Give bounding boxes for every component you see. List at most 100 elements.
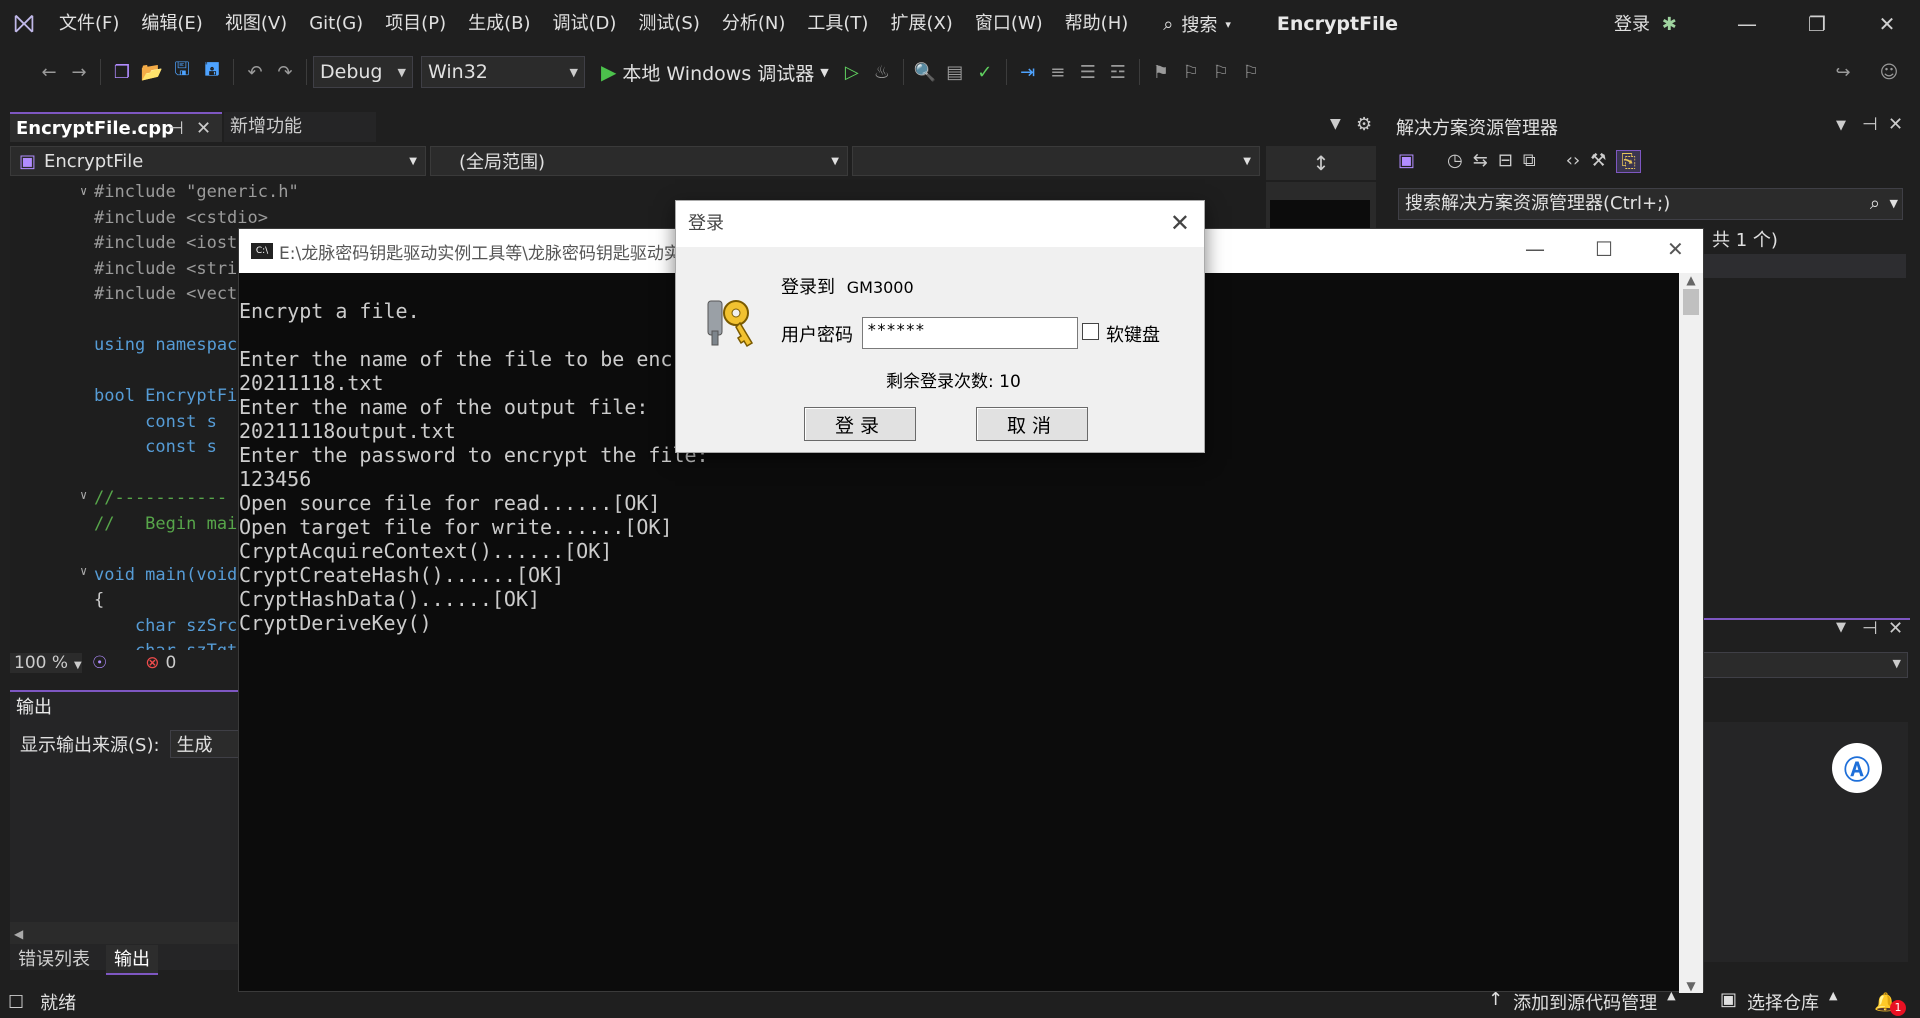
output-source-select[interactable]: 生成	[169, 730, 240, 758]
error-icon[interactable]: ⊗	[145, 653, 159, 673]
code-view-icon[interactable]: ‹›	[1566, 150, 1580, 173]
scope-select[interactable]: (全局范围) ▼	[430, 146, 848, 176]
menu-item[interactable]: 调试(D)	[542, 0, 628, 48]
solution-tree-root[interactable]: ，共 1 个)	[1694, 226, 1778, 252]
tab-overflow-icon[interactable]: ▼	[1330, 116, 1341, 132]
step-icon[interactable]: ⇥	[1013, 57, 1043, 87]
password-field[interactable]: ******	[862, 317, 1078, 349]
close-icon[interactable]: ✕	[1667, 237, 1684, 261]
feedback-icon[interactable]: ☺	[1874, 57, 1904, 87]
soft-keyboard-label[interactable]: 软键盘	[1106, 321, 1160, 347]
clear-bookmarks-icon[interactable]: ⚐	[1236, 57, 1266, 87]
menu-item[interactable]: 视图(V)	[214, 0, 298, 48]
scroll-up-icon[interactable]: ▲	[1679, 273, 1703, 287]
fold-icon[interactable]: ∨	[80, 488, 87, 502]
search-button[interactable]: ⌕ 搜索 ▾	[1153, 7, 1241, 41]
close-icon[interactable]: ✕	[1852, 0, 1920, 48]
fold-icon[interactable]: ∨	[80, 184, 87, 198]
redo-icon[interactable]: ↷	[270, 57, 300, 87]
menu-item[interactable]: 工具(T)	[796, 0, 879, 48]
gear-icon[interactable]: ⚙	[1356, 114, 1372, 135]
show-all-files-icon[interactable]: ⧉	[1523, 150, 1536, 173]
assistant-floating-icon[interactable]: Ⓐ	[1832, 743, 1882, 793]
tab-output[interactable]: 输出	[106, 945, 158, 975]
soft-keyboard-checkbox[interactable]	[1082, 323, 1099, 340]
pin-icon[interactable]: ⊣	[1862, 114, 1878, 135]
console-scrollbar[interactable]: ▲ ▼	[1679, 273, 1703, 993]
forward-icon[interactable]: →	[64, 57, 94, 87]
scroll-down-icon[interactable]: ▼	[1679, 979, 1703, 993]
menu-item[interactable]: 文件(F)	[48, 0, 130, 48]
find-in-files-icon[interactable]: 🔍	[910, 57, 940, 87]
cancel-button[interactable]: 取消	[976, 407, 1088, 441]
login-button[interactable]: 登录	[804, 407, 916, 441]
menu-item[interactable]: 帮助(H)	[1054, 0, 1140, 48]
menu-item[interactable]: 项目(P)	[374, 0, 457, 48]
minimize-icon[interactable]: —	[1712, 0, 1782, 48]
preview-selected-icon[interactable]: ⎘	[1616, 150, 1641, 173]
menu-item[interactable]: 扩展(X)	[879, 0, 963, 48]
visual-studio-logo-icon[interactable]: ⨝	[0, 0, 48, 48]
tab-encryptfile-cpp[interactable]: EncryptFile.cpp ⊣ ✕	[10, 112, 222, 142]
menu-item[interactable]: 编辑(E)	[130, 0, 213, 48]
undo-icon[interactable]: ↶	[240, 57, 270, 87]
close-icon[interactable]: ✕	[1888, 114, 1903, 135]
comment-icon[interactable]: ☰	[1073, 57, 1103, 87]
open-file-icon[interactable]: 📂	[137, 57, 167, 87]
code-minimap[interactable]	[1266, 182, 1376, 232]
prev-bookmark-icon[interactable]: ⚐	[1176, 57, 1206, 87]
solution-tree-selected-row[interactable]	[1694, 254, 1906, 278]
console-scroll-thumb[interactable]	[1683, 289, 1699, 315]
tab-new-features[interactable]: 新增功能	[224, 112, 376, 142]
maximize-icon[interactable]: ❐	[1782, 0, 1852, 48]
history-icon[interactable]: ◷	[1447, 150, 1463, 173]
next-bookmark-icon[interactable]: ⚐	[1206, 57, 1236, 87]
properties-object-select[interactable]: ▼	[1694, 652, 1908, 678]
live-share-icon[interactable]: ↪	[1828, 57, 1858, 87]
close-icon[interactable]: ✕	[196, 114, 211, 144]
start-without-debugging-icon[interactable]: ▷	[837, 57, 867, 87]
back-icon[interactable]: ←	[34, 57, 64, 87]
save-icon[interactable]: 🖫	[167, 57, 197, 87]
hot-reload-icon[interactable]: ♨	[867, 57, 897, 87]
member-select[interactable]: ▼	[852, 146, 1260, 176]
copilot-icon[interactable]: ☉	[92, 653, 107, 673]
menu-item[interactable]: 窗口(W)	[964, 0, 1054, 48]
output-horizontal-scrollbar[interactable]: ◀	[10, 922, 240, 944]
menu-item[interactable]: 测试(S)	[627, 0, 710, 48]
close-icon[interactable]: ✕	[1170, 209, 1190, 237]
menu-item[interactable]: 生成(B)	[457, 0, 541, 48]
platform-select[interactable]: Win32 ▼	[421, 56, 585, 88]
start-debugging-button[interactable]: ▶ 本地 Windows 调试器 ▼	[601, 59, 829, 86]
solution-search-input[interactable]: 搜索解决方案资源管理器(Ctrl+;) ⌕ ▼	[1398, 188, 1903, 220]
properties-wrench-icon[interactable]: ⚒	[1590, 150, 1606, 173]
tab-error-list[interactable]: 错误列表	[10, 945, 98, 975]
maximize-icon[interactable]: ☐	[1595, 237, 1613, 261]
pin-icon[interactable]: ⊣	[1862, 618, 1878, 639]
scroll-left-icon[interactable]: ◀	[14, 927, 23, 941]
zoom-select[interactable]: 100 % ▼	[10, 653, 82, 673]
save-all-icon[interactable]: 🖪	[197, 57, 227, 87]
project-select[interactable]: ▣ EncryptFile ▼	[10, 146, 426, 176]
uncomment-icon[interactable]: ☲	[1103, 57, 1133, 87]
select-repository-button[interactable]: ▣ 选择仓库 ▲	[1720, 989, 1837, 1015]
indent-icon[interactable]: ≡	[1043, 57, 1073, 87]
pin-icon[interactable]: ⊣	[168, 114, 184, 144]
menu-item[interactable]: 分析(N)	[711, 0, 797, 48]
new-project-icon[interactable]: ❐	[107, 57, 137, 87]
layout-icon[interactable]: ▤	[940, 57, 970, 87]
bookmark-icon[interactable]: ⚑	[1146, 57, 1176, 87]
sign-in-button[interactable]: 登录 ✱	[1614, 10, 1677, 36]
panel-menu-icon[interactable]: ▼	[1836, 620, 1846, 635]
menu-item[interactable]: Git(G)	[298, 0, 374, 48]
sync-icon[interactable]: ⇆	[1473, 150, 1488, 173]
panel-menu-icon[interactable]: ▼	[1836, 118, 1846, 133]
close-icon[interactable]: ✕	[1888, 618, 1903, 639]
spell-check-icon[interactable]: ✓	[970, 57, 1000, 87]
fold-icon[interactable]: ∨	[80, 564, 87, 578]
configuration-select[interactable]: Debug ▼	[313, 56, 413, 88]
solution-icon[interactable]: ▣	[1398, 150, 1415, 173]
collapse-all-icon[interactable]: ⊟	[1498, 150, 1513, 173]
split-editor-icon[interactable]: ↕	[1266, 146, 1376, 180]
output-window-icon[interactable]: ☐	[8, 992, 24, 1013]
